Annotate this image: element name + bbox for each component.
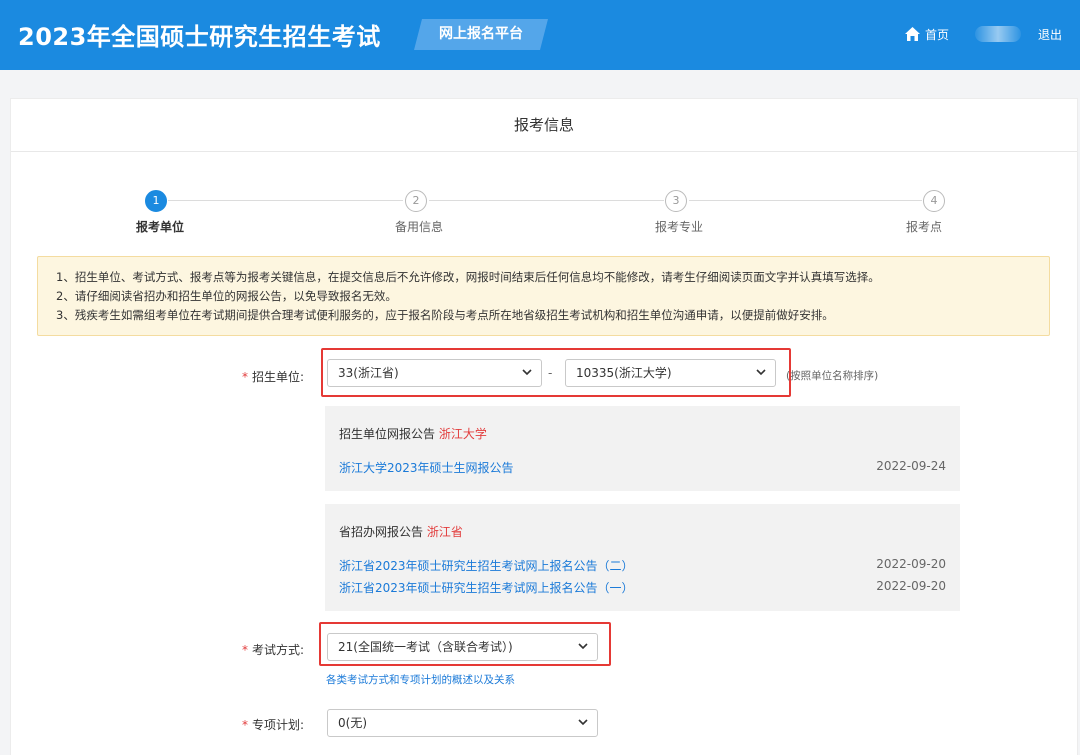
notice-line-1: 1、招生单位、考试方式、报考点等为报考关键信息，在提交信息后不允许修改，网报时间… — [56, 270, 880, 284]
special-plan-label-text: 专项计划: — [252, 718, 305, 732]
required-mark: * — [242, 370, 248, 384]
notice-box: 1、招生单位、考试方式、报考点等为报考关键信息，在提交信息后不允许修改，网报时间… — [37, 256, 1050, 336]
province-notice-date-2: 2022-09-20 — [876, 557, 946, 571]
home-label: 首页 — [925, 27, 950, 42]
province-notice-highlight: 浙江省 — [426, 525, 463, 539]
logout-link[interactable]: 退出 — [1038, 26, 1062, 43]
province-select[interactable]: 33(浙江省) — [327, 359, 542, 387]
chevron-down-icon — [578, 643, 588, 650]
province-notice-date-1: 2022-09-20 — [876, 579, 946, 593]
step-4-number: 4 — [923, 190, 945, 212]
home-link[interactable]: 首页 — [905, 25, 949, 43]
school-notice-highlight: 浙江大学 — [438, 427, 487, 441]
school-select[interactable]: 10335(浙江大学) — [565, 359, 776, 387]
top-header: 2023年全国硕士研究生招生考试 网上报名平台 首页 退出 — [0, 0, 1080, 70]
province-notice-link-2[interactable]: 浙江省2023年硕士研究生招生考试网上报名公告（二） — [339, 557, 634, 574]
step-2-number: 2 — [405, 190, 427, 212]
step-2-label: 备用信息 — [394, 220, 443, 234]
page-heading: 2023年全国硕士研究生招生考试 — [18, 23, 381, 51]
province-notice-title: 省招办网报公告 浙江省 — [339, 523, 463, 540]
step-1-label: 报考单位 — [135, 220, 184, 234]
exam-mode-overview-link[interactable]: 各类考试方式和专项计划的概述以及关系 — [326, 672, 515, 687]
school-notice-title: 招生单位网报公告 浙江大学 — [339, 425, 487, 442]
step-connector — [429, 200, 664, 201]
required-mark: * — [242, 643, 248, 657]
sort-hint: (按照单位名称排序) — [786, 370, 879, 382]
card-title: 报考信息 — [11, 99, 1077, 152]
step-connector — [168, 200, 403, 201]
chevron-down-icon — [578, 719, 588, 726]
step-4-label: 报考点 — [905, 220, 942, 234]
user-name-blurred — [975, 26, 1021, 42]
notice-line-3: 3、残疾考生如需组考单位在考试期间提供合理考试便利服务的，应于报名阶段与考点所在… — [56, 308, 834, 322]
exam-mode-label: * 考试方式: — [242, 641, 304, 658]
home-icon — [905, 27, 920, 41]
school-notice-title-text: 招生单位网报公告 — [339, 427, 436, 441]
school-notice-date: 2022-09-24 — [876, 459, 946, 473]
school-select-value: 10335(浙江大学) — [576, 366, 672, 380]
platform-label: 网上报名平台 — [439, 26, 523, 42]
step-connector — [689, 200, 922, 201]
special-plan-select[interactable]: 0(无) — [327, 709, 598, 737]
unit-label: * 招生单位: — [242, 368, 304, 385]
required-mark: * — [242, 718, 248, 732]
unit-label-text: 招生单位: — [252, 370, 305, 384]
chevron-down-icon — [522, 369, 532, 376]
platform-badge: 网上报名平台 — [414, 19, 548, 50]
province-notice-link-1[interactable]: 浙江省2023年硕士研究生招生考试网上报名公告（一） — [339, 579, 634, 596]
special-plan-select-value: 0(无) — [338, 716, 367, 730]
province-notice-title-text: 省招办网报公告 — [339, 525, 424, 539]
province-notice-panel: 省招办网报公告 浙江省 浙江省2023年硕士研究生招生考试网上报名公告（二） 2… — [325, 504, 960, 611]
step-3-number: 3 — [665, 190, 687, 212]
exam-mode-select[interactable]: 21(全国统一考试（含联合考试）) — [327, 633, 598, 661]
province-select-value: 33(浙江省) — [338, 366, 399, 380]
exam-mode-label-text: 考试方式: — [252, 643, 305, 657]
special-plan-label: * 专项计划: — [242, 716, 304, 733]
school-notice-panel: 招生单位网报公告 浙江大学 浙江大学2023年硕士生网报公告 2022-09-2… — [325, 406, 960, 491]
school-notice-link[interactable]: 浙江大学2023年硕士生网报公告 — [339, 459, 514, 476]
notice-line-2: 2、请仔细阅读省招办和招生单位的网报公告，以免导致报名无效。 — [56, 289, 397, 303]
step-1-number: 1 — [145, 190, 167, 212]
exam-mode-select-value: 21(全国统一考试（含联合考试）) — [338, 640, 513, 654]
chevron-down-icon — [756, 369, 766, 376]
unit-separator: - — [548, 366, 553, 380]
step-3-label: 报考专业 — [654, 220, 703, 234]
